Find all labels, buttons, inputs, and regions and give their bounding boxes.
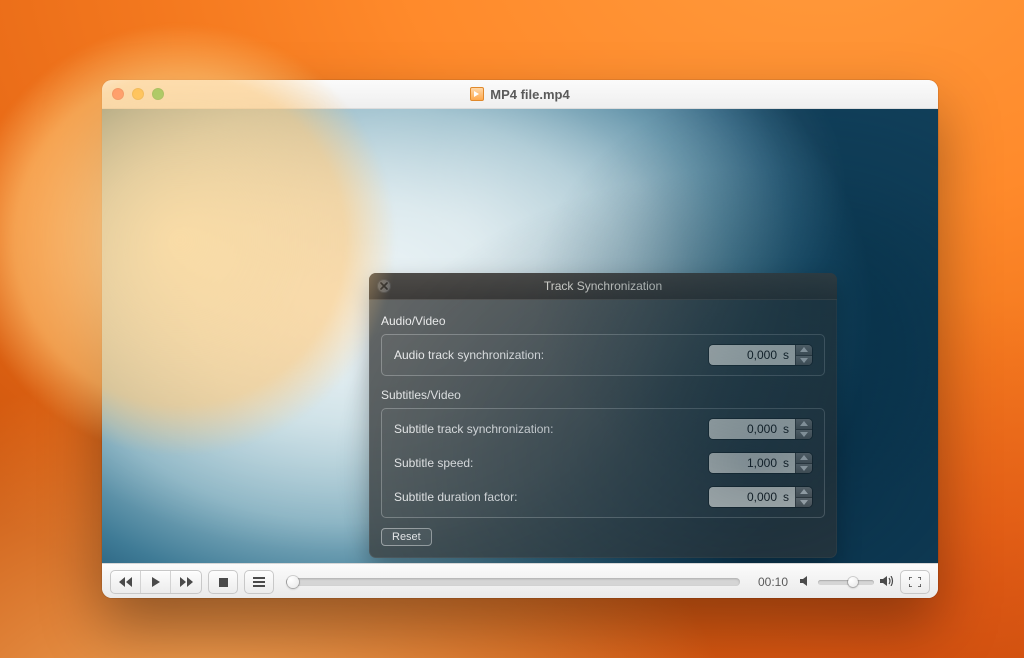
- subtitle-duration-unit: s: [783, 487, 795, 507]
- seek-bar[interactable]: [286, 578, 740, 586]
- subtitle-sync-stepper: [795, 419, 812, 439]
- subtitle-speed-row: Subtitle speed: s: [394, 453, 812, 473]
- subtitle-sync-input[interactable]: [709, 419, 783, 439]
- reset-button[interactable]: Reset: [381, 528, 432, 546]
- track-sync-panel-title: Track Synchronization: [544, 279, 662, 293]
- traffic-lights: [112, 88, 164, 100]
- subtitle-sync-label: Subtitle track synchronization:: [394, 422, 553, 436]
- fullscreen-button[interactable]: [900, 570, 930, 594]
- audio-sync-spinner: s: [709, 345, 812, 365]
- fullscreen-icon: [909, 575, 921, 590]
- subtitle-speed-input[interactable]: [709, 453, 783, 473]
- subtitle-duration-spinner: s: [709, 487, 812, 507]
- audio-sync-label: Audio track synchronization:: [394, 348, 544, 362]
- subtitle-sync-spinner: s: [709, 419, 812, 439]
- volume-knob[interactable]: [848, 577, 858, 587]
- subtitle-speed-label: Subtitle speed:: [394, 456, 473, 470]
- volume-controls: [800, 573, 894, 591]
- subtitle-duration-label: Subtitle duration factor:: [394, 490, 517, 504]
- volume-high-icon[interactable]: [880, 573, 894, 591]
- skip-back-button[interactable]: [111, 571, 141, 593]
- audio-sync-step-up[interactable]: [796, 345, 812, 355]
- subtitle-sync-unit: s: [783, 419, 795, 439]
- audio-sync-row: Audio track synchronization: s: [394, 345, 812, 365]
- subtitle-speed-spinner: s: [709, 453, 812, 473]
- window-title: MP4 file.mp4: [470, 87, 569, 102]
- subtitle-duration-stepper: [795, 487, 812, 507]
- minimize-window-button[interactable]: [132, 88, 144, 100]
- subtitle-duration-step-down[interactable]: [796, 497, 812, 508]
- subtitle-speed-stepper: [795, 453, 812, 473]
- transport-segment: [110, 570, 202, 594]
- close-window-button[interactable]: [112, 88, 124, 100]
- audio-sync-step-down[interactable]: [796, 355, 812, 366]
- subtitle-speed-unit: s: [783, 453, 795, 473]
- video-viewport[interactable]: Track Synchronization Audio/Video Audio …: [102, 109, 938, 563]
- video-file-icon: [470, 87, 484, 101]
- subtitle-duration-input[interactable]: [709, 487, 783, 507]
- skip-forward-button[interactable]: [171, 571, 201, 593]
- audio-sync-unit: s: [783, 345, 795, 365]
- subtitle-sync-row: Subtitle track synchronization: s: [394, 419, 812, 439]
- skip-back-icon: [119, 575, 133, 590]
- playlist-button[interactable]: [244, 570, 274, 594]
- play-button[interactable]: [141, 571, 171, 593]
- subtitle-speed-step-down[interactable]: [796, 463, 812, 474]
- subtitle-speed-step-up[interactable]: [796, 453, 812, 463]
- window-title-text: MP4 file.mp4: [490, 87, 569, 102]
- play-icon: [151, 575, 161, 590]
- audio-video-group: Audio track synchronization: s: [381, 334, 825, 376]
- subtitle-duration-step-up[interactable]: [796, 487, 812, 497]
- track-sync-panel-titlebar[interactable]: Track Synchronization: [369, 273, 837, 300]
- track-sync-panel: Track Synchronization Audio/Video Audio …: [369, 273, 837, 558]
- subtitle-duration-row: Subtitle duration factor: s: [394, 487, 812, 507]
- playlist-icon: [253, 575, 265, 590]
- seek-knob[interactable]: [287, 576, 299, 588]
- time-display[interactable]: 00:10: [752, 575, 794, 589]
- section-heading-subtitles: Subtitles/Video: [381, 388, 825, 402]
- audio-sync-input[interactable]: [709, 345, 783, 365]
- stop-button[interactable]: [208, 570, 238, 594]
- volume-slider[interactable]: [818, 580, 874, 585]
- subtitles-video-group: Subtitle track synchronization: s: [381, 408, 825, 518]
- section-heading-audio: Audio/Video: [381, 314, 825, 328]
- titlebar[interactable]: MP4 file.mp4: [102, 80, 938, 109]
- stop-icon: [219, 575, 228, 590]
- skip-forward-icon: [179, 575, 193, 590]
- subtitle-sync-step-up[interactable]: [796, 419, 812, 429]
- panel-close-button[interactable]: [377, 279, 391, 293]
- zoom-window-button[interactable]: [152, 88, 164, 100]
- player-controls: 00:10: [102, 563, 938, 598]
- volume-low-icon[interactable]: [800, 573, 812, 591]
- subtitle-sync-step-down[interactable]: [796, 429, 812, 440]
- desktop-wallpaper: MP4 file.mp4 Track Synchronization Audio…: [0, 0, 1024, 658]
- audio-sync-stepper: [795, 345, 812, 365]
- player-window: MP4 file.mp4 Track Synchronization Audio…: [102, 80, 938, 598]
